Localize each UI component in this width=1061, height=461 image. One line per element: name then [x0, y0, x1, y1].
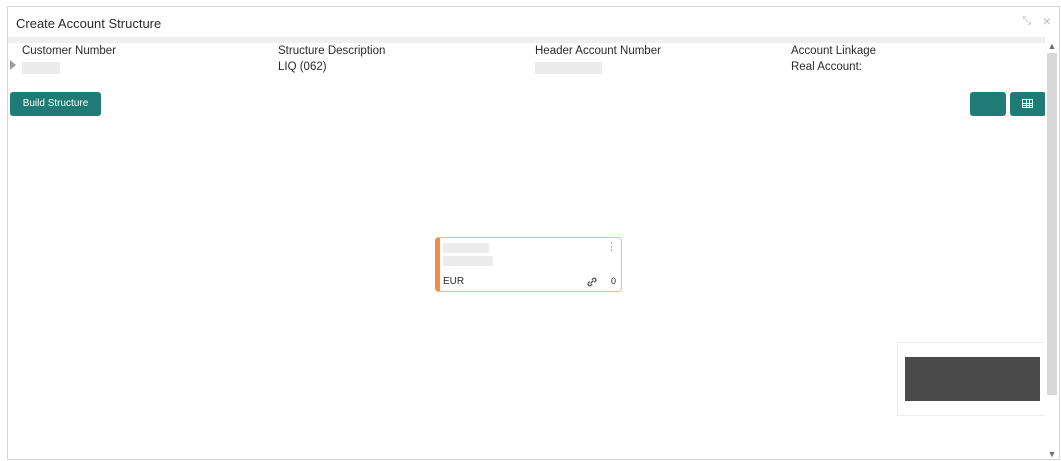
canvas-minimap[interactable]: [897, 342, 1047, 416]
node-menu-icon[interactable]: ⋮: [606, 242, 617, 253]
header-account-number-label: Header Account Number: [535, 45, 661, 57]
grid-view-icon: [1022, 99, 1033, 108]
header-account-number-value: [535, 62, 602, 74]
structure-canvas[interactable]: ⋮ EUR 0: [8, 119, 1048, 459]
window-title: Create Account Structure: [16, 16, 162, 31]
close-icon[interactable]: ×: [1043, 14, 1051, 28]
scroll-down-icon[interactable]: ▼: [1045, 447, 1059, 459]
minimap-viewport[interactable]: [905, 357, 1040, 401]
window-titlebar: Create Account Structure ⤡ ×: [8, 7, 1059, 37]
account-linkage-field: Account Linkage Real Account:: [791, 45, 876, 73]
structure-description-field: Structure Description LIQ (062): [278, 45, 385, 73]
scrollbar-thumb[interactable]: [1047, 53, 1057, 395]
customer-number-value: [22, 62, 60, 74]
structure-header-fields: Customer Number Structure Description LI…: [8, 45, 1048, 95]
node-link-count: 0: [611, 276, 617, 286]
customer-number-field: Customer Number: [22, 45, 116, 74]
node-account-placeholder: [443, 243, 489, 253]
account-linkage-value: Real Account:: [791, 61, 862, 73]
create-account-structure-window: Create Account Structure ⤡ × Customer Nu…: [7, 6, 1060, 460]
account-node-card[interactable]: ⋮ EUR 0: [435, 237, 622, 292]
build-structure-button[interactable]: Build Structure: [10, 92, 101, 116]
vertical-scrollbar[interactable]: ▲ ▼: [1045, 37, 1059, 459]
minimize-icon[interactable]: ⤡: [1022, 15, 1031, 27]
expand-header-icon[interactable]: [10, 60, 16, 70]
structure-description-label: Structure Description: [278, 45, 386, 57]
link-icon[interactable]: [586, 275, 598, 293]
toolbar-action-button[interactable]: [970, 92, 1006, 116]
customer-number-label: Customer Number: [22, 45, 116, 57]
structure-description-value: LIQ (062): [278, 61, 327, 73]
header-account-number-field: Header Account Number: [535, 45, 661, 74]
node-currency: EUR: [443, 276, 465, 287]
scroll-up-icon[interactable]: ▲: [1045, 39, 1059, 53]
grid-view-button[interactable]: [1010, 92, 1046, 116]
titlebar-divider: [8, 37, 1048, 43]
node-name-placeholder: [443, 256, 493, 266]
account-linkage-label: Account Linkage: [791, 45, 877, 57]
